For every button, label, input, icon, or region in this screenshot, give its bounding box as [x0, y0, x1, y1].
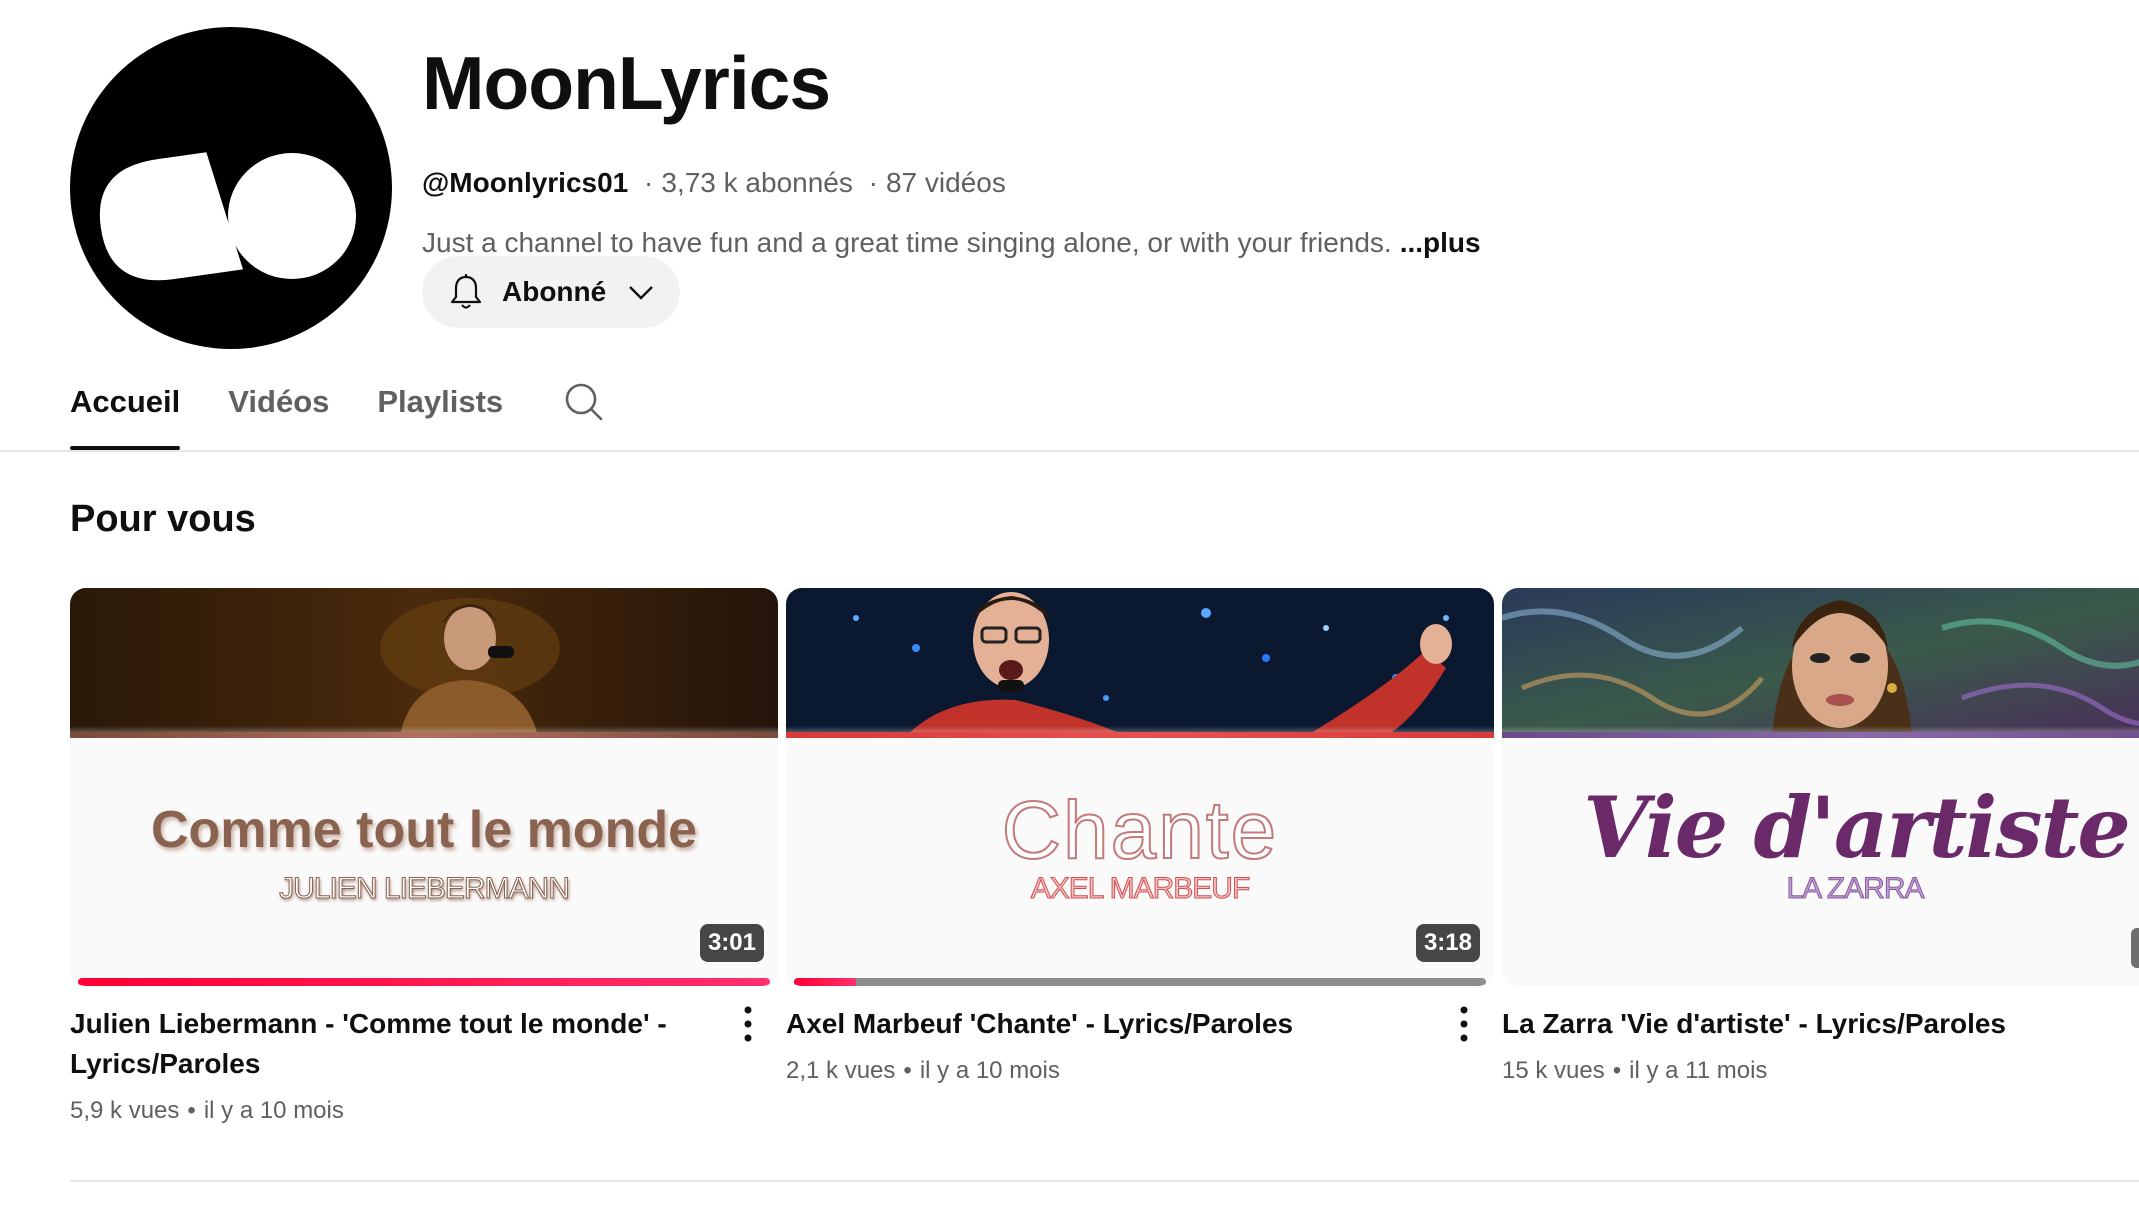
more-vert-icon[interactable] [1448, 1002, 1480, 1046]
subscribed-label: Abonné [502, 276, 607, 307]
upload-age: il y a 11 mois [1629, 1057, 1768, 1084]
video-meta: 5,9 k vues • il y a 10 mois [70, 1096, 778, 1126]
thumbnail-fade [1502, 726, 2139, 750]
thumbnail-song-title: Comme tout le monde [150, 801, 698, 859]
separator-dot: • [903, 1057, 912, 1084]
search-icon[interactable] [563, 381, 605, 423]
duration-badge: 3:18 [1415, 924, 1480, 962]
channel-name: MoonLyrics [422, 41, 831, 125]
separator-dot: • [1612, 1057, 1622, 1084]
thumbnail-band [70, 732, 778, 738]
video-thumbnail[interactable]: Comme tout le monde JULIEN LIEBERMANN 3:… [70, 588, 778, 986]
tab-accueil[interactable]: Accueil [70, 372, 181, 450]
thumbnail-fade [786, 726, 1494, 750]
thumbnail-band [1502, 732, 2139, 738]
video-title[interactable]: Julien Liebermann - 'Comme tout le monde… [70, 1004, 690, 1084]
channel-description[interactable]: Just a channel to have fun and a great t… [422, 226, 2022, 260]
upload-age: il y a 10 mois [203, 1097, 344, 1124]
view-count: 15 k vues [1502, 1057, 1605, 1084]
view-count: 5,9 k vues [70, 1097, 180, 1124]
more-vert-icon[interactable] [732, 1002, 764, 1046]
video-thumbnail[interactable]: Vie d'artiste LA ZARRA [1502, 588, 2139, 986]
separator-dot: • [187, 1097, 196, 1124]
video-meta: 2,1 k vues • il y a 10 mois [786, 1056, 1494, 1086]
watch-progress-fill [78, 978, 770, 986]
thumbnail-artist: LA ZARRA [1786, 872, 1925, 906]
thumbnail-photo [786, 588, 1494, 736]
watch-progress-fill [794, 978, 857, 986]
video-count: 87 vidéos [885, 167, 1006, 198]
watch-progress [794, 978, 1486, 986]
channel-handle[interactable]: @Moonlyrics01 [422, 167, 628, 198]
thumbnail-artist: AXEL MARBEUF [1030, 872, 1251, 906]
section-divider [70, 1180, 2139, 1182]
subscribed-button[interactable]: Abonné [422, 256, 680, 328]
bell-icon [450, 274, 482, 309]
more-link[interactable]: ...plus [1400, 227, 1481, 258]
view-count: 2,1 k vues [786, 1057, 896, 1084]
tabs-divider [0, 450, 2139, 452]
thumbnail-photo [1502, 588, 2139, 736]
video-meta: 15 k vues • il y a 11 mois [1502, 1056, 2139, 1086]
video-card[interactable]: Comme tout le monde JULIEN LIEBERMANN 3:… [70, 588, 778, 1126]
duration-badge-clipped [2131, 928, 2139, 968]
section-title: Pour vous [70, 498, 256, 540]
thumbnail-band [786, 732, 1494, 738]
video-card[interactable]: Vie d'artiste LA ZARRA La Zarra 'Vie d'a… [1502, 588, 2139, 1086]
moonlyrics-logo [99, 152, 356, 281]
video-thumbnail[interactable]: Chante AXEL MARBEUF 3:18 [786, 588, 1494, 986]
upload-age: il y a 10 mois [919, 1057, 1060, 1084]
tab-videos[interactable]: Vidéos [228, 372, 329, 450]
video-title[interactable]: La Zarra 'Vie d'artiste' - Lyrics/Parole… [1502, 1004, 2139, 1044]
separator-dot: · [644, 167, 654, 198]
video-card[interactable]: Chante AXEL MARBEUF 3:18 Axel Marbeuf 'C… [786, 588, 1494, 1086]
subscriber-count: 3,73 k abonnés [661, 167, 853, 198]
channel-avatar[interactable] [70, 27, 392, 349]
thumbnail-song-title: Vie d'artiste [1583, 778, 2131, 877]
thumbnail-photo [70, 588, 778, 736]
thumbnail-song-title: Chante [1001, 784, 1279, 877]
description-text: Just a channel to have fun and a great t… [422, 227, 1392, 258]
chevron-down-icon [629, 286, 654, 300]
channel-meta: @Moonlyrics01 · 3,73 k abonnés · 87 vidéos [422, 166, 2022, 200]
duration-badge: 3:01 [699, 924, 764, 962]
thumbnail-fade [70, 726, 778, 750]
thumbnail-artist: JULIEN LIEBERMANN [279, 872, 571, 906]
channel-tabs: Accueil Vidéos Playlists [70, 372, 605, 450]
channel-info: MoonLyrics @Moonlyrics01 · 3,73 k abonnés… [422, 38, 2022, 260]
video-title[interactable]: Axel Marbeuf 'Chante' - Lyrics/Paroles [786, 1004, 1406, 1044]
separator-dot: · [868, 167, 878, 198]
tab-playlists[interactable]: Playlists [377, 372, 503, 450]
watch-progress [78, 978, 770, 986]
